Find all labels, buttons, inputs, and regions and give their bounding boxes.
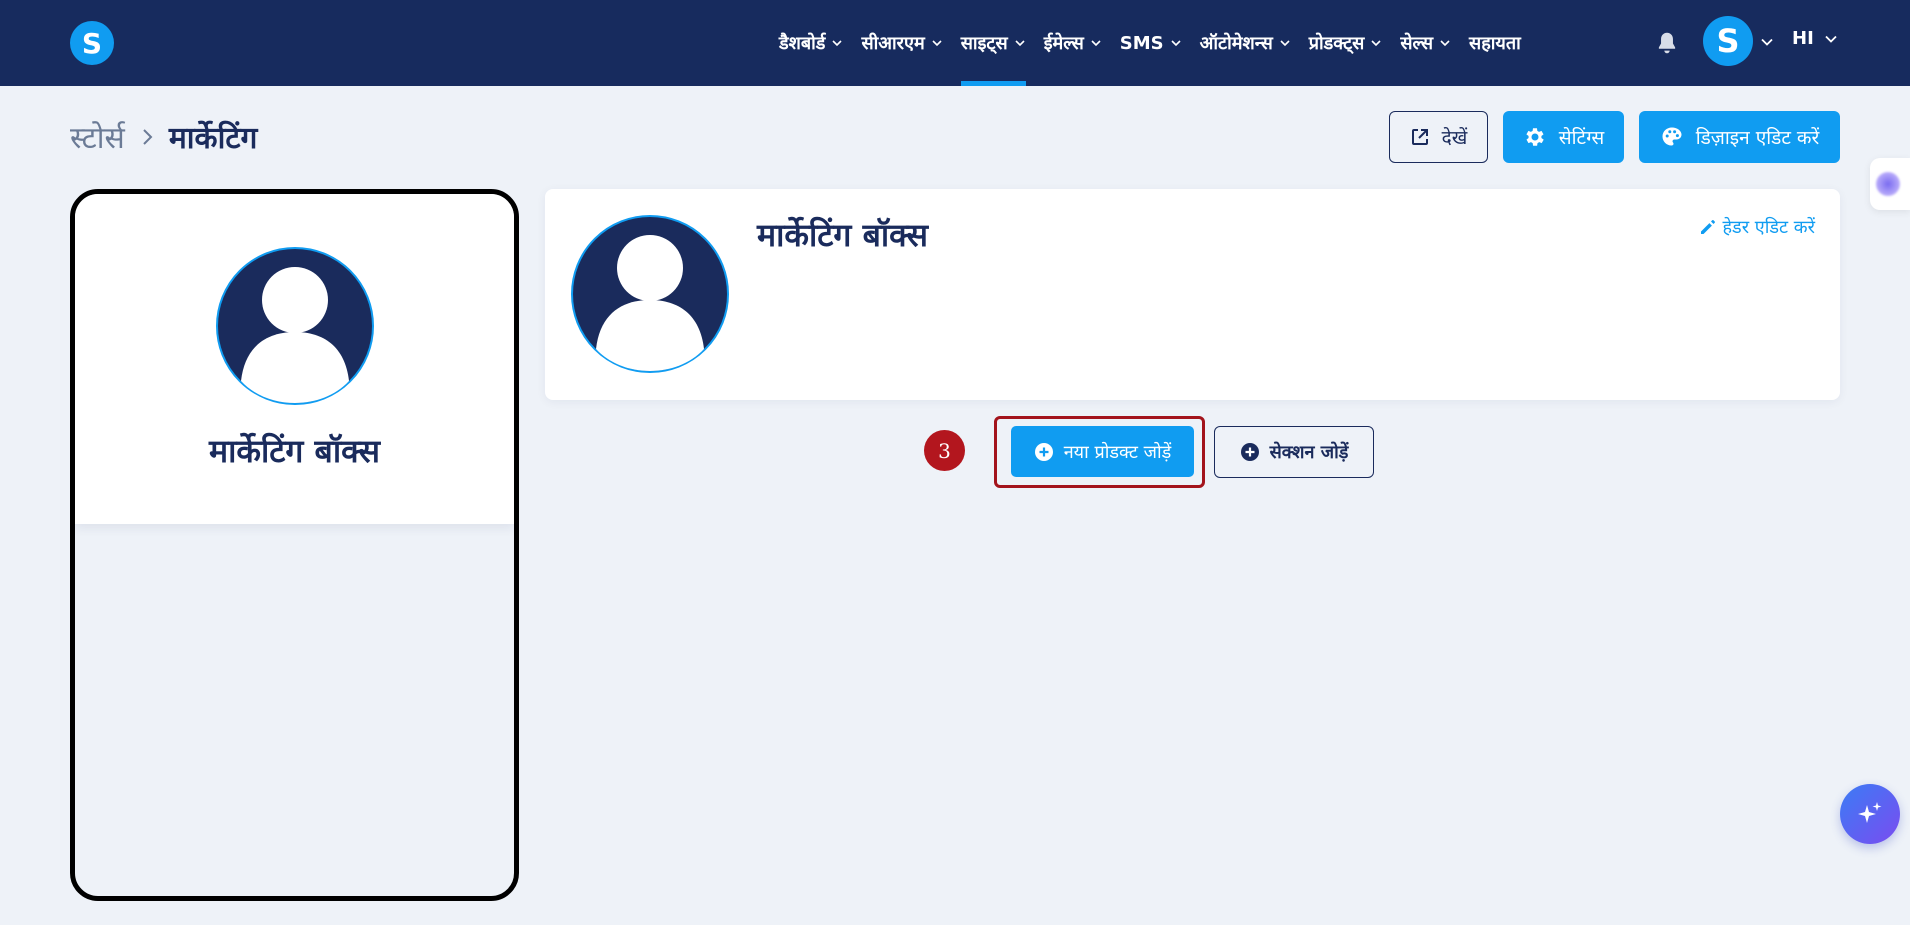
top-navbar: S डैशबोर्ड सीआरएम साइट्स ईमेल्स SMS ऑटोमेशन्स…: [0, 0, 1910, 86]
nav-item-label: ऑटोमेशन्स: [1199, 33, 1273, 54]
nav-item-label: SMS: [1119, 32, 1164, 54]
edit-header-label: हेडर एडिट करें: [1722, 217, 1816, 238]
breadcrumb-stores-link[interactable]: स्टोर्स: [70, 116, 125, 157]
edit-design-button-label: डिज़ाइन एडिट करें: [1695, 127, 1820, 149]
nav-item-label: सहायता: [1469, 33, 1521, 54]
chevron-down-icon: [1825, 35, 1837, 43]
plus-circle-icon: [1240, 443, 1259, 461]
nav-item-5[interactable]: ऑटोमेशन्स: [1191, 0, 1300, 86]
preview-header-card: मार्केटिंग बॉक्स: [75, 194, 514, 524]
nav-item-0[interactable]: डैशबोर्ड: [770, 0, 852, 86]
nav-item-7[interactable]: सेल्स: [1391, 0, 1460, 86]
chevron-down-icon[interactable]: [1760, 35, 1774, 49]
edit-design-button[interactable]: डिज़ाइन एडिट करें: [1639, 111, 1840, 163]
edit-header-link[interactable]: हेडर एडिट करें: [1699, 215, 1816, 239]
widget-orb-icon: [1876, 172, 1900, 196]
store-name-heading: मार्केटिंग बॉक्स: [757, 216, 929, 254]
main-nav: डैशबोर्ड सीआरएम साइट्स ईमेल्स SMS ऑटोमेशन्स प्…: [770, 0, 1530, 86]
chevron-down-icon: [1371, 40, 1381, 47]
store-header-card: मार्केटिंग बॉक्स हेडर एडिट करें: [545, 189, 1840, 400]
chevron-down-icon: [1091, 40, 1101, 47]
settings-button[interactable]: सेटिंग्स: [1503, 111, 1624, 163]
nav-item-2[interactable]: साइट्स: [952, 0, 1035, 86]
nav-item-label: डैशबोर्ड: [779, 33, 826, 54]
side-widget-tab[interactable]: [1870, 158, 1910, 210]
breadcrumb: स्टोर्स मार्केटिंग: [70, 116, 257, 157]
nav-item-4[interactable]: SMS: [1111, 0, 1191, 86]
chevron-down-icon: [932, 40, 942, 47]
palette-icon: [1662, 127, 1682, 146]
bell-icon[interactable]: [1654, 30, 1680, 56]
chevron-right-icon: [143, 128, 153, 145]
ai-assistant-button[interactable]: [1840, 784, 1900, 844]
chevron-down-icon: [1440, 40, 1450, 47]
brand-logo[interactable]: S: [70, 21, 114, 65]
language-code: HI: [1792, 28, 1814, 49]
nav-item-label: ईमेल्स: [1043, 33, 1084, 54]
nav-item-8[interactable]: सहायता: [1460, 0, 1530, 86]
pencil-icon: [1700, 220, 1715, 234]
view-button[interactable]: देखें: [1389, 111, 1488, 163]
sparkles-icon: [1858, 802, 1882, 823]
user-avatar-letter: S: [1716, 22, 1740, 60]
add-new-product-label: नया प्रोडक्ट जोड़ें: [1063, 441, 1172, 463]
language-switcher[interactable]: HI: [1792, 28, 1838, 49]
plus-circle-icon: [1034, 442, 1053, 461]
step-number-badge: 3: [924, 430, 965, 471]
chevron-down-icon: [1015, 40, 1025, 47]
mobile-preview: मार्केटिंग बॉक्स: [70, 189, 519, 901]
gear-icon: [1526, 128, 1544, 146]
chevron-down-icon: [1171, 40, 1181, 47]
nav-item-label: सेल्स: [1400, 33, 1434, 54]
view-button-label: देखें: [1441, 127, 1468, 149]
preview-store-name: मार्केटिंग बॉक्स: [208, 432, 380, 470]
store-avatar-icon[interactable]: [570, 214, 730, 374]
nav-item-6[interactable]: प्रोडक्ट्स: [1300, 0, 1392, 86]
chevron-down-icon: [832, 40, 843, 47]
breadcrumb-current: मार्केटिंग: [168, 121, 258, 156]
chevron-down-icon: [1280, 40, 1290, 47]
settings-button-label: सेटिंग्स: [1558, 127, 1605, 149]
add-section-label: सेक्शन जोड़ें: [1269, 442, 1349, 463]
nav-item-3[interactable]: ईमेल्स: [1035, 0, 1111, 86]
user-avatar[interactable]: S: [1703, 16, 1753, 66]
brand-logo-letter: S: [81, 26, 103, 60]
store-avatar-icon: [216, 247, 374, 405]
add-section-button[interactable]: सेक्शन जोड़ें: [1214, 426, 1374, 478]
external-link-icon: [1411, 129, 1428, 145]
add-new-product-button[interactable]: नया प्रोडक्ट जोड़ें: [1011, 426, 1194, 477]
nav-item-label: सीआरएम: [861, 33, 925, 54]
nav-item-label: साइट्स: [960, 33, 1008, 54]
nav-item-1[interactable]: सीआरएम: [852, 0, 951, 86]
nav-item-label: प्रोडक्ट्स: [1308, 33, 1365, 54]
